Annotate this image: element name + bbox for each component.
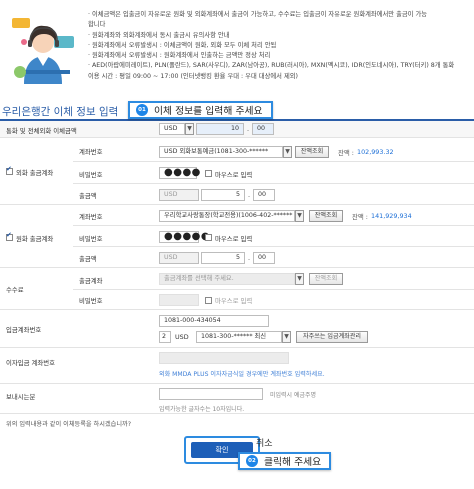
fee-mouse-input-label: 마우스로 입력	[215, 297, 253, 305]
notice-line-2: 합니다	[88, 21, 106, 29]
frequent-accounts-button[interactable]: 자주쓰는 입금계좌관리	[296, 331, 368, 343]
sender-memo-limit: 입력가능한 글자수는 10자입니다.	[159, 406, 245, 413]
fx-amount-currency: USD	[159, 189, 199, 201]
fee-password-label: 비밀번호	[79, 297, 103, 305]
notice-line-5: · 원화계좌에서 오류발생시 : 원화계좌에서 인출하는 금액만 정상 처리	[88, 52, 271, 60]
fee-password-row: 비밀번호 마우스로 입력	[73, 290, 474, 310]
customer-service-agent-illustration	[12, 18, 74, 84]
sender-memo-hint: 미입력시 예금주명	[270, 392, 317, 399]
krw-account-label: 계좌번호	[79, 213, 103, 221]
sender-memo-label: 보내시는분	[6, 393, 36, 401]
fx-amount-row: 출금액 USD 5 . 00	[73, 184, 474, 205]
confirm-question: 위의 입력내용과 같이 이체등록을 하시겠습니까?	[6, 421, 132, 428]
krw-balance-value: 141,929,934	[371, 212, 412, 220]
notice-text: · 이체금액은 입출금이 자유로운 원화 및 외화계좌에서 출금이 가능하고, …	[88, 10, 470, 82]
sender-memo-input[interactable]	[159, 388, 263, 400]
callout-number-badge: 01	[136, 104, 148, 116]
chevron-down-icon[interactable]: ▼	[282, 331, 291, 343]
krw-amount-input[interactable]: 5	[201, 252, 245, 264]
fx-withdraw-label: 외화 출금계좌	[16, 169, 54, 177]
fee-group: 수수료	[0, 268, 73, 310]
chevron-down-icon[interactable]: ▼	[283, 146, 292, 158]
fx-balance-value: 102,993.32	[357, 148, 394, 156]
transfer-currency-select[interactable]: USD	[159, 123, 185, 135]
notice-line-4: · 원화계좌에서 오류발생시 : 이체금액이 원화, 외화 모두 이체 처리 안…	[88, 41, 277, 49]
krw-password-row: 비밀번호 ●●●●● 마우스로 입력	[73, 226, 474, 247]
fee-password-input[interactable]	[159, 294, 199, 306]
fx-password-row: 비밀번호 ●●●● 마우스로 입력	[73, 162, 474, 184]
chevron-down-icon[interactable]: ▼	[295, 210, 304, 222]
krw-balance-label: 잔액 :	[352, 213, 368, 221]
krw-account-select[interactable]: 우리학교사랑통장(학교전용)(1006-402-******	[159, 210, 295, 222]
fx-balance-lookup-button[interactable]: 잔액조회	[295, 146, 329, 158]
fee-balance-lookup-button[interactable]: 잔액조회	[309, 273, 343, 285]
cancel-button[interactable]: 취소	[256, 436, 273, 449]
deposit-count-select[interactable]: 2	[159, 331, 171, 343]
fee-label: 수수료	[6, 286, 24, 294]
chevron-down-icon[interactable]: ▼	[185, 123, 194, 135]
deposit-account-label: 입금계좌번호	[6, 326, 42, 334]
fx-amount-label: 출금액	[79, 192, 97, 200]
notice-line-1: · 이체금액은 입출금이 자유로운 원화 및 외화계좌에서 출금이 가능하고, …	[88, 11, 428, 18]
fee-account-label: 출금계좌	[79, 277, 103, 285]
fx-withdraw-checkbox[interactable]	[6, 165, 13, 175]
krw-amount-label: 출금액	[79, 255, 97, 263]
notice-line-7: 이용 시간 : 평일 09:00 ~ 17:00 (인터넷뱅킹 환율 우대 : …	[88, 72, 298, 80]
interest-account-input[interactable]	[159, 352, 289, 364]
deposit-account-select[interactable]: 1081-300-****** 최신	[196, 331, 282, 343]
krw-amount-decimal-input[interactable]: 00	[253, 252, 275, 264]
section-title: 우리은행간 이체 정보 입력	[2, 106, 119, 118]
notice-line-6: · AED(아랍에미레이트), PLN(폴란드), SAR(사우디), ZAR(…	[88, 62, 455, 70]
notice-line-3: · 원화계좌와 외화계좌에서 동시 출금시 유의사항 안내	[88, 31, 230, 39]
krw-password-input[interactable]: ●●●●●	[159, 231, 210, 243]
fx-account-select[interactable]: USD 외화보통예금(1081-300-******	[159, 146, 283, 158]
fx-mouse-input-label: 마우스로 입력	[215, 171, 253, 179]
fee-account-select[interactable]: 출금계좌를 선택해 주세요.	[159, 273, 295, 285]
krw-withdraw-label: 원화 출금계좌	[16, 235, 54, 243]
decimal-point: .	[248, 191, 251, 199]
notice-panel: · 이체금액은 입출금이 자유로운 원화 및 외화계좌에서 출금이 가능하고, …	[0, 0, 474, 96]
krw-amount-row: 출금액 USD 5 . 00	[73, 247, 474, 268]
callout-text: 이체 정보를 입력해 주세요	[154, 106, 263, 117]
krw-withdraw-checkbox[interactable]	[6, 231, 13, 241]
decimal-point: .	[247, 125, 250, 133]
deposit-currency-label: USD	[175, 333, 189, 341]
krw-account-row: 계좌번호 우리학교사랑통장(학교전용)(1006-402-****** ▼ 잔액…	[73, 205, 474, 226]
krw-amount-currency: USD	[159, 252, 199, 264]
callout-text: 클릭해 주세요	[264, 457, 322, 468]
deposit-account-input[interactable]: 1081-000-434054	[159, 315, 269, 327]
decimal-point: .	[248, 254, 251, 262]
deposit-account-row: 입금계좌번호 1081-000-434054 2 USD 1081-300-**…	[0, 310, 474, 348]
fx-account-label: 계좌번호	[79, 148, 103, 156]
fx-amount-decimal-input[interactable]: 00	[253, 189, 275, 201]
chevron-down-icon[interactable]: ▼	[295, 273, 304, 285]
fx-withdraw-group: 외화 출금계좌	[0, 138, 73, 205]
krw-withdraw-group: 원화 출금계좌	[0, 205, 73, 268]
krw-password-label: 비밀번호	[79, 235, 103, 243]
callout-click: 02 클릭해 주세요	[238, 452, 332, 470]
fx-password-input[interactable]: ●●●●	[159, 167, 200, 179]
fx-balance-label: 잔액 :	[338, 149, 354, 157]
fx-mouse-input-checkbox[interactable]	[205, 170, 212, 177]
fx-amount-input[interactable]: 5	[201, 189, 245, 201]
transfer-amount-label: 통화 및 전체외화 이체금액	[6, 127, 77, 135]
fx-account-row: 계좌번호 USD 외화보통예금(1081-300-****** ▼ 잔액조회 잔…	[73, 138, 474, 162]
krw-mouse-input-checkbox[interactable]	[205, 234, 212, 241]
callout-number-badge: 02	[246, 455, 258, 467]
interest-account-note: 외화 MMDA PLUS 이자자금식일 경우에만 계좌번호 입력하세요.	[159, 371, 325, 378]
fee-account-row: 출금계좌 출금계좌를 선택해 주세요. ▼ 잔액조회	[73, 268, 474, 290]
krw-balance-lookup-button[interactable]: 잔액조회	[309, 210, 343, 222]
transfer-amount-row: 통화 및 전체외화 이체금액 USD ▼ 10 . 00	[0, 121, 474, 138]
transfer-amount-decimal-input[interactable]: 00	[252, 123, 274, 135]
fee-mouse-input-checkbox[interactable]	[205, 297, 212, 304]
sender-memo-row: 보내시는분 미입력시 예금주명 입력가능한 글자수는 10자입니다.	[0, 384, 474, 414]
krw-mouse-input-label: 마우스로 입력	[215, 235, 253, 243]
callout-enter-info: 01 이체 정보를 입력해 주세요	[128, 101, 273, 119]
transfer-amount-input[interactable]: 10	[196, 123, 244, 135]
fx-password-label: 비밀번호	[79, 171, 103, 179]
interest-account-row: 이자입금 계좌번호 외화 MMDA PLUS 이자자금식일 경우에만 계좌번호 …	[0, 348, 474, 384]
interest-account-label: 이자입금 계좌번호	[6, 359, 56, 367]
